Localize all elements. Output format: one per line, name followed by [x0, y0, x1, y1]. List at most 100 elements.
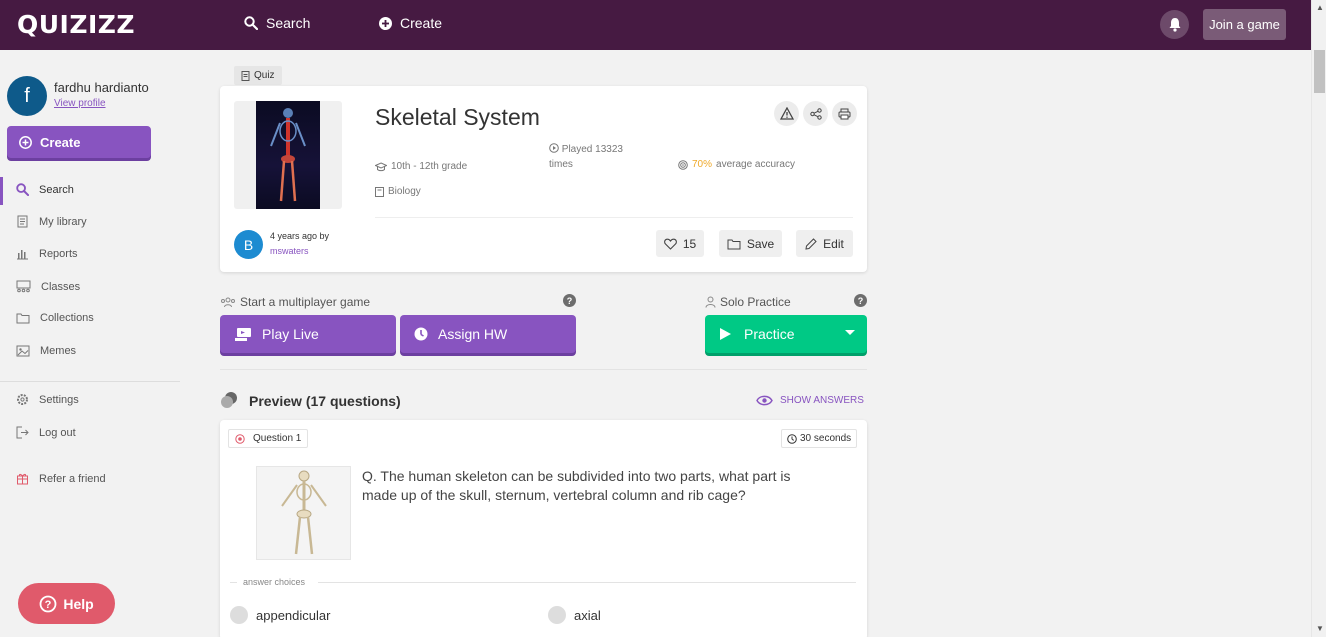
play-icon — [720, 328, 731, 340]
search-icon — [16, 183, 29, 196]
skeleton-figure-image — [280, 470, 327, 555]
card-action-icons — [774, 101, 857, 126]
plus-circle-icon — [19, 135, 32, 149]
svg-text:?: ? — [45, 599, 52, 611]
author-avatar[interactable]: B — [234, 230, 263, 259]
library-icon — [17, 215, 28, 228]
subject-label: Biology — [388, 186, 421, 197]
scroll-down-arrow-icon[interactable]: ▼ — [1316, 624, 1324, 633]
question-card: Question 1 30 seconds Q. The human skele… — [220, 420, 867, 637]
scroll-thumb[interactable] — [1314, 50, 1325, 93]
sidebar-item-refer[interactable]: Refer a friend — [16, 472, 106, 485]
warning-icon — [779, 107, 794, 120]
answer-divider — [318, 582, 856, 583]
clock-icon — [414, 327, 428, 341]
answer-choices-label: answer choices — [243, 577, 306, 587]
edit-button[interactable]: Edit — [796, 230, 853, 257]
nav-search-button[interactable]: Search — [244, 15, 310, 31]
user-avatar[interactable]: f — [7, 76, 47, 116]
sidebar-item-my-library[interactable]: My library — [16, 215, 87, 228]
sidebar-item-label: Memes — [40, 345, 77, 357]
multiplayer-section-label: Start a multiplayer game — [220, 295, 370, 309]
like-button[interactable]: 15 — [656, 230, 704, 257]
played-info: Played 13323 times — [549, 142, 644, 172]
user-name: fardhu hardianto — [54, 80, 149, 95]
sidebar-item-label: Reports — [39, 247, 78, 260]
played-label: Played 13323 times — [549, 144, 623, 170]
nav-create-button[interactable]: Create — [379, 15, 442, 31]
sidebar-item-classes[interactable]: Classes — [16, 280, 80, 293]
question-time-badge: 30 seconds — [781, 429, 858, 448]
quiz-type-label: Quiz — [254, 70, 275, 81]
question-number-label: Question 1 — [253, 433, 302, 444]
sidebar-item-reports[interactable]: Reports — [16, 247, 78, 260]
choice-dot — [230, 606, 248, 624]
sidebar-item-collections[interactable]: Collections — [16, 312, 94, 324]
quizizz-logo[interactable]: QUIZIZZ — [17, 10, 135, 39]
radio-target-icon — [235, 433, 245, 444]
view-profile-link[interactable]: View profile — [54, 98, 106, 109]
sidebar-create-button[interactable]: Create — [7, 126, 151, 158]
play-live-button[interactable]: Play Live — [220, 315, 396, 353]
preview-title: Preview (17 questions) — [249, 393, 401, 409]
show-answers-label: SHOW ANSWERS — [780, 395, 864, 406]
sidebar-item-settings[interactable]: Settings — [16, 393, 79, 406]
folder-icon — [727, 239, 741, 249]
question-circle-icon: ? — [39, 595, 57, 612]
save-label: Save — [746, 236, 775, 251]
classes-icon — [16, 280, 31, 293]
search-icon — [244, 16, 258, 30]
share-button[interactable] — [803, 101, 828, 126]
page-scrollbar[interactable]: ▲ ▼ — [1311, 0, 1326, 637]
question-text: Q. The human skeleton can be subdivided … — [362, 468, 791, 503]
sidebar-item-label: Classes — [41, 280, 81, 293]
section-divider — [220, 369, 867, 370]
practice-button[interactable]: Practice — [705, 315, 867, 353]
scroll-up-arrow-icon[interactable]: ▲ — [1316, 3, 1324, 12]
pencil-icon — [805, 237, 817, 250]
sidebar-item-label: My library — [39, 215, 87, 228]
sidebar-item-logout[interactable]: Log out — [16, 426, 76, 439]
gear-icon — [17, 394, 28, 405]
heart-icon — [663, 238, 677, 250]
quiz-thumbnail — [234, 101, 342, 209]
user-icon — [705, 296, 716, 308]
sidebar-item-label: Log out — [39, 426, 76, 439]
sidebar-item-label: Search — [39, 183, 74, 196]
play-circle-icon — [549, 143, 559, 153]
print-button[interactable] — [832, 101, 857, 126]
folder-icon — [16, 313, 30, 324]
clock-icon — [787, 433, 797, 444]
edit-label: Edit — [823, 236, 844, 251]
active-indicator — [0, 177, 3, 205]
save-button[interactable]: Save — [719, 230, 782, 257]
users-icon — [221, 297, 235, 307]
solo-help-icon[interactable]: ? — [854, 294, 867, 307]
question-number-badge: Question 1 — [228, 429, 309, 448]
bell-icon — [1169, 18, 1180, 32]
sidebar-item-search[interactable]: Search — [16, 183, 74, 196]
join-game-button[interactable]: Join a game — [1203, 9, 1286, 40]
help-button[interactable]: ? Help — [18, 583, 115, 624]
target-icon — [678, 159, 688, 170]
choice-dot — [548, 606, 566, 624]
notifications-button[interactable] — [1160, 10, 1189, 39]
question-image — [256, 466, 351, 560]
chevron-down-icon[interactable] — [845, 330, 855, 335]
author-time: 4 years ago by — [270, 231, 330, 241]
accuracy-percent: 70% — [692, 159, 713, 170]
sidebar-item-memes[interactable]: Memes — [16, 345, 76, 357]
show-answers-button[interactable]: SHOW ANSWERS — [756, 395, 864, 406]
report-button[interactable] — [774, 101, 799, 126]
skeleton-image — [256, 101, 320, 209]
chat-bubbles-icon — [221, 392, 237, 408]
help-label: Help — [63, 595, 94, 612]
book-icon — [375, 186, 384, 197]
answer-divider-left — [230, 582, 237, 583]
top-bar: QUIZIZZ Search Create Join a game — [0, 0, 1311, 50]
author-name-link[interactable]: mswaters — [270, 246, 309, 256]
solo-label: Solo Practice — [720, 295, 791, 309]
multiplayer-help-icon[interactable]: ? — [563, 294, 576, 307]
multiplayer-label: Start a multiplayer game — [240, 295, 371, 309]
assign-hw-button[interactable]: Assign HW — [400, 315, 576, 353]
